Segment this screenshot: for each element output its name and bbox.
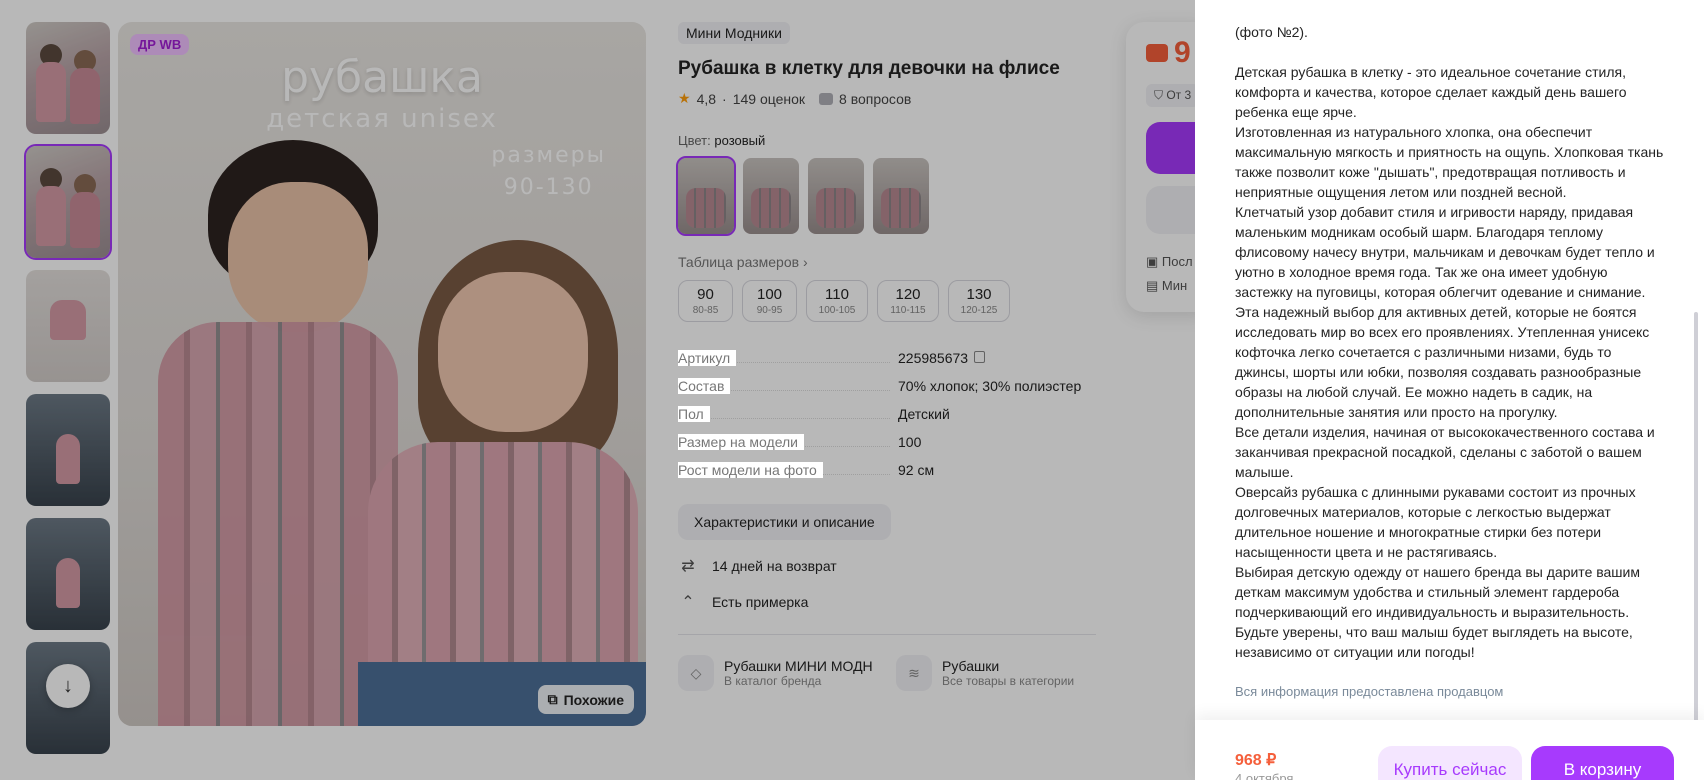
buy-now-button[interactable]: Купить сейчас [1378, 746, 1522, 780]
spec-name-text: Артикул [678, 350, 737, 366]
spec-name-text: Рост модели на фото [678, 462, 823, 478]
drawer-scrollbar[interactable] [1694, 312, 1698, 722]
description-paragraph: (фото №2). [1235, 24, 1308, 40]
description-drawer: (фото №2). Детская рубашка в клетку - эт… [1195, 0, 1704, 780]
seller-note: Вся информация предоставлена продавцом [1235, 684, 1504, 699]
spec-name-text: Пол [678, 406, 710, 422]
description-paragraph: Все детали изделия, начиная от высококач… [1235, 424, 1655, 480]
description-paragraph: Изготовленная из натурального хлопка, он… [1235, 124, 1664, 200]
footer-price: 968 ₽ [1235, 752, 1277, 769]
description-paragraph: Клетчатый узор добавит стиля и игривости… [1235, 204, 1655, 300]
description-paragraph: Выбирая детскую одежду от нашего бренда … [1235, 564, 1640, 620]
drawer-footer: 968 ₽ 4 октября Купить сейчас В корзину [1195, 720, 1704, 780]
modal-backdrop[interactable] [0, 0, 1195, 780]
description-text: (фото №2). Детская рубашка в клетку - эт… [1235, 22, 1665, 662]
add-to-cart-button[interactable]: В корзину [1531, 746, 1674, 780]
description-paragraph: Оверсайз рубашка с длинными рукавами сос… [1235, 484, 1636, 560]
description-paragraph: Эта надежный выбор для активных детей, к… [1235, 304, 1650, 420]
spec-name-text: Состав [678, 378, 731, 394]
description-paragraph: Детская рубашка в клетку - это идеальное… [1235, 64, 1627, 120]
description-paragraph: Будьте уверены, что ваш малыш будет выгл… [1235, 624, 1633, 660]
delivery-date: 4 октября [1235, 771, 1294, 780]
spec-name-text: Размер на модели [678, 434, 804, 450]
